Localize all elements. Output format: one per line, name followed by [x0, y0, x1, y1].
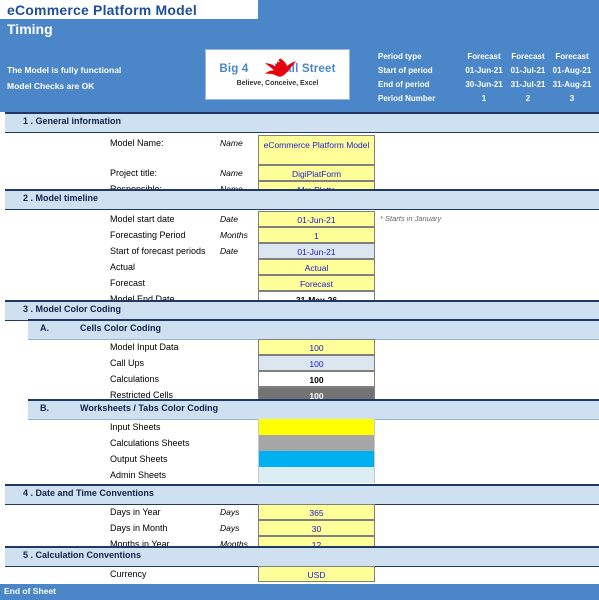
color-swatch-output-sheets	[258, 451, 375, 467]
row-label: Admin Sheets	[110, 470, 167, 480]
row-label: Forecasting Period	[110, 230, 186, 240]
header-banner: eCommerce Platform Model Timing The Mode…	[0, 0, 599, 112]
period-col-3: 01-Aug-21	[552, 66, 592, 75]
section-header-date-and-time-conventions[interactable]: 4 . Date and Time Conventions	[5, 484, 599, 505]
input-cell-days-in-year[interactable]: 365	[258, 504, 375, 520]
row-note-starts-in-january: * Starts in January	[380, 214, 442, 223]
row-label: Days in Year	[110, 507, 161, 517]
subsection-header-worksheets-tabs-color-coding[interactable]: B. Worksheets / Tabs Color Coding	[28, 399, 599, 420]
row-unit: Name	[220, 138, 243, 148]
row-label: Model Name:	[110, 138, 164, 148]
period-row-label: Period type	[378, 52, 422, 61]
subsection-header-label: Worksheets / Tabs Color Coding	[80, 403, 219, 413]
row-label: Calculations	[110, 374, 160, 384]
period-col-1: 01-Jun-21	[465, 66, 503, 75]
row-unit: Date	[220, 246, 238, 256]
input-cell-model-name[interactable]: eCommerce Platform Model	[258, 135, 375, 165]
row-label: Call Ups	[110, 358, 145, 368]
row-label: Output Sheets	[110, 454, 168, 464]
period-row: End of period 30-Jun-21 31-Jul-21 31-Aug…	[378, 78, 594, 92]
end-of-sheet-label: End of Sheet	[4, 586, 56, 596]
row-unit: Name	[220, 168, 243, 178]
subsection-header-cells-color-coding[interactable]: A. Cells Color Coding	[28, 319, 599, 340]
subsection-letter: A.	[40, 323, 49, 333]
period-row-label: End of period	[378, 80, 430, 89]
input-cell-forecast[interactable]: Forecast	[258, 275, 375, 291]
logo-tagline: Believe, Conceive, Excel	[236, 80, 319, 87]
color-swatch-calculations-sheets	[258, 435, 375, 451]
row-label: Model start date	[110, 214, 175, 224]
input-cell-actual[interactable]: Actual	[258, 259, 375, 275]
input-cell-currency[interactable]: USD	[258, 566, 375, 582]
period-row-label: Period Number	[378, 94, 436, 103]
section-header-label: 3 . Model Color Coding	[23, 304, 121, 314]
period-col-2: 2	[525, 94, 531, 103]
period-row-label: Start of period	[378, 66, 433, 75]
sample-cell-calculations: 100	[258, 371, 375, 387]
callup-cell-start-of-forecast-periods[interactable]: 01-Jun-21	[258, 243, 375, 259]
period-row: Period type Forecast Forecast Forecast	[378, 50, 594, 64]
sample-cell-call-ups[interactable]: 100	[258, 355, 375, 371]
period-col-3: 31-Aug-21	[552, 80, 592, 89]
spreadsheet-sheet: eCommerce Platform Model Timing The Mode…	[0, 0, 599, 600]
row-label: Actual	[110, 262, 136, 272]
row-label: Start of forecast periods	[110, 246, 206, 256]
row-label: Days in Month	[110, 523, 168, 533]
period-col-1: 1	[481, 94, 487, 103]
model-status-checks: Model Checks are OK	[7, 81, 95, 91]
row-label: Model Input Data	[110, 342, 179, 352]
model-status-functional: The Model is fully functional	[7, 65, 122, 75]
color-swatch-admin-sheets	[258, 467, 375, 483]
row-unit: Months	[220, 230, 248, 240]
company-logo: Big 4 Wall Street Believe, Conceive, Exce…	[205, 49, 350, 100]
subsection-header-label: Cells Color Coding	[80, 323, 161, 333]
row-label: Currency	[110, 569, 147, 579]
end-of-sheet-bar: End of Sheet	[0, 584, 599, 600]
section-header-general-information[interactable]: 1 . General information	[5, 112, 599, 133]
input-cell-days-in-month[interactable]: 30	[258, 520, 375, 536]
section-header-model-timeline[interactable]: 2 . Model timeline	[5, 189, 599, 210]
row-label: Forecast	[110, 278, 146, 288]
section-header-label: 5 . Calculation Conventions	[23, 550, 142, 560]
section-header-label: 2 . Model timeline	[23, 193, 99, 203]
model-title: eCommerce Platform Model	[7, 2, 197, 18]
logo-text-left: Big 4	[219, 63, 249, 75]
period-header-table: Period type Forecast Forecast Forecast S…	[378, 50, 594, 106]
row-unit: Date	[220, 214, 238, 224]
row-label: Calculations Sheets	[110, 438, 190, 448]
sheet-title: Timing	[7, 21, 53, 37]
eagle-icon	[265, 58, 297, 77]
row-label: Input Sheets	[110, 422, 161, 432]
period-col-3: Forecast	[555, 52, 589, 61]
sample-cell-model-input-data[interactable]: 100	[258, 339, 375, 355]
section-header-label: 4 . Date and Time Conventions	[23, 488, 154, 498]
color-swatch-input-sheets	[258, 419, 375, 435]
subsection-letter: B.	[40, 403, 49, 413]
input-cell-model-start-date[interactable]: 01-Jun-21	[258, 211, 375, 227]
section-header-model-color-coding[interactable]: 3 . Model Color Coding	[5, 300, 599, 321]
row-unit: Days	[220, 507, 240, 517]
row-unit: Days	[220, 523, 240, 533]
period-col-2: 01-Jul-21	[510, 66, 546, 75]
input-cell-forecasting-period[interactable]: 1	[258, 227, 375, 243]
section-header-calculation-conventions[interactable]: 5 . Calculation Conventions	[5, 546, 599, 567]
row-label: Project title:	[110, 168, 158, 178]
section-header-label: 1 . General information	[23, 116, 122, 126]
period-row: Start of period 01-Jun-21 01-Jul-21 01-A…	[378, 64, 594, 78]
period-col-2: Forecast	[511, 52, 545, 61]
period-col-1: 30-Jun-21	[465, 80, 503, 89]
period-col-2: 31-Jul-21	[510, 80, 546, 89]
period-row: Period Number 1 2 3	[378, 92, 594, 106]
input-cell-project-title[interactable]: DigiPlatForm	[258, 165, 375, 181]
period-col-3: 3	[569, 94, 575, 103]
period-col-1: Forecast	[467, 52, 501, 61]
